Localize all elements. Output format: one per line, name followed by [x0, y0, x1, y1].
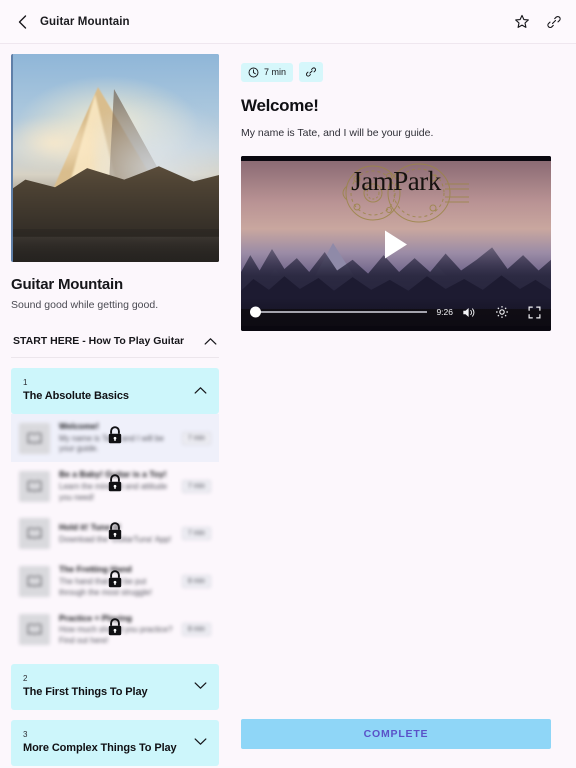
video-progress-knob[interactable] [250, 306, 261, 318]
video-letterbox-bottom [241, 326, 551, 331]
video-progress-slider[interactable] [250, 306, 428, 318]
module-header-label: START HERE - How To Play Guitar [13, 335, 185, 347]
lesson-list: Welcome! My name is Tate, and I will be … [11, 414, 219, 654]
lesson-duration: 7 min [181, 431, 211, 445]
lesson-duration: 7 min [181, 479, 211, 493]
top-bar-actions [514, 14, 562, 30]
lesson-row[interactable]: Practice = Playing How much should you p… [11, 606, 219, 654]
volume-icon[interactable] [462, 306, 476, 319]
module-header[interactable]: START HERE - How To Play Guitar [11, 321, 219, 358]
course-sidebar: Guitar Mountain Sound good while getting… [0, 44, 230, 768]
back-chevron-icon[interactable] [14, 14, 30, 30]
fullscreen-icon[interactable] [528, 306, 541, 319]
lock-icon [107, 617, 124, 642]
video-duration: 9:26 [436, 307, 453, 317]
lesson-thumb-icon [19, 422, 50, 454]
video-brand-text: JamPark [351, 166, 441, 196]
clock-icon [248, 67, 259, 78]
section-card-2[interactable]: 2 The First Things To Play [11, 663, 219, 710]
video-control-bar: 9:26 [241, 298, 551, 326]
lesson-row[interactable]: The Fretting Hand The hand that will be … [11, 557, 219, 605]
section-2-text: 2 The First Things To Play [23, 674, 194, 698]
video-brand-logo: JamPark [241, 163, 551, 223]
section-1-text: 1 The Absolute Basics [23, 378, 194, 402]
lesson-duration: 8 min [181, 623, 211, 637]
lesson-row[interactable]: Welcome! My name is Tate, and I will be … [11, 414, 219, 463]
lesson-detail-pane: 7 min Welcome! My name is Tate, and I wi… [230, 44, 576, 768]
lesson-lead-text: My name is Tate, and I will be your guid… [241, 127, 434, 139]
section-card-1[interactable]: 1 The Absolute Basics [11, 368, 219, 414]
chevron-up-icon[interactable] [194, 386, 207, 395]
section-1-number: 1 [23, 378, 28, 388]
gear-icon[interactable] [495, 305, 509, 319]
lesson-row[interactable]: Be a Baby! Guitar is a Toy! Learn the mi… [11, 462, 219, 510]
page-title: Guitar Mountain [40, 15, 130, 28]
hero-treeline [13, 228, 219, 262]
section-3-text: 3 More Complex Things To Play [23, 730, 194, 754]
lesson-thumb-icon [19, 566, 50, 598]
main-content: Guitar Mountain Sound good while getting… [0, 44, 576, 768]
lesson-heading: Welcome! [241, 96, 319, 115]
lesson-duration: 8 min [181, 575, 211, 589]
chevron-down-icon[interactable] [194, 681, 207, 690]
section-3-number: 3 [23, 730, 28, 740]
duration-text: 7 min [264, 67, 287, 77]
lock-icon [107, 569, 124, 594]
course-title: Guitar Mountain [11, 276, 123, 293]
chevron-up-icon[interactable] [204, 337, 217, 346]
section-1-title: The Absolute Basics [23, 389, 129, 402]
chevron-down-icon[interactable] [194, 737, 207, 746]
section-3-title: More Complex Things To Play [23, 741, 177, 754]
lesson-meta-row: 7 min [241, 62, 551, 82]
lesson-duration: 7 min [181, 527, 211, 541]
video-player[interactable]: JamPark 9:26 [241, 156, 551, 331]
lesson-thumb-icon [19, 614, 50, 646]
copy-link-chip[interactable] [299, 62, 324, 82]
play-icon[interactable] [383, 230, 409, 265]
lock-icon [107, 426, 124, 451]
complete-button[interactable]: COMPLETE [241, 719, 551, 749]
section-2-title: The First Things To Play [23, 685, 148, 698]
course-hero-image [11, 54, 219, 262]
section-2-number: 2 [23, 674, 28, 684]
lock-icon [107, 521, 124, 546]
star-outline-icon[interactable] [514, 14, 530, 30]
course-subtitle: Sound good while getting good. [11, 299, 159, 311]
section-card-3[interactable]: 3 More Complex Things To Play [11, 719, 219, 766]
link-icon [305, 66, 317, 78]
lesson-row[interactable]: Hold it! Tune it! Download the 'GuitarTu… [11, 510, 219, 557]
link-icon[interactable] [546, 14, 562, 30]
lock-icon [107, 474, 124, 499]
lesson-thumb-icon [19, 518, 50, 550]
duration-chip[interactable]: 7 min [241, 62, 294, 82]
lesson-thumb-icon [19, 470, 50, 502]
app-top-bar: Guitar Mountain [0, 0, 576, 44]
